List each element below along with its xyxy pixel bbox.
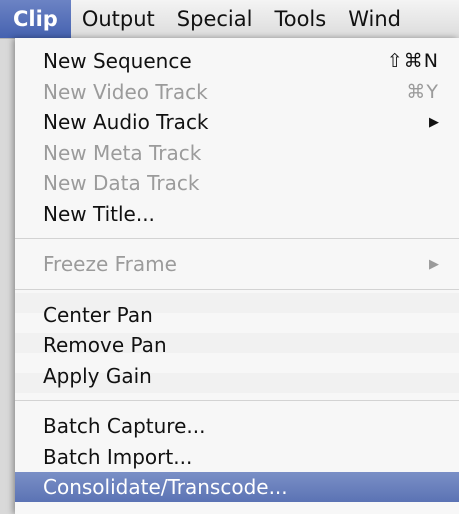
menu-item-new-sequence[interactable]: New Sequence ⇧⌘N xyxy=(15,46,459,76)
menu-item-new-audio-track[interactable]: New Audio Track ▶ xyxy=(15,107,459,137)
menu-bar: Clip Output Special Tools Wind xyxy=(0,0,459,39)
menu-item-label: Freeze Frame xyxy=(43,252,177,276)
menu-item-center-pan[interactable]: Center Pan xyxy=(15,300,459,330)
menu-item-label: Center Pan xyxy=(43,302,153,327)
menu-item-batch-capture[interactable]: Batch Capture... xyxy=(15,411,459,441)
menu-item-label: Consolidate/Transcode... xyxy=(43,475,288,499)
keyboard-shortcut: ⌘Y xyxy=(406,80,439,103)
menubar-item-wind[interactable]: Wind xyxy=(337,0,412,38)
menu-item-batch-import[interactable]: Batch Import... xyxy=(15,442,459,472)
menu-item-label: Remove Pan xyxy=(43,333,167,357)
menu-separator xyxy=(15,400,459,401)
menu-item-label: New Title... xyxy=(43,201,155,226)
menu-item-label: New Video Track xyxy=(43,79,208,104)
menu-item-consolidate-transcode[interactable]: Consolidate/Transcode... xyxy=(15,472,459,502)
keyboard-shortcut: ⇧⌘N xyxy=(386,50,439,72)
menu-item-label: New Data Track xyxy=(43,171,200,195)
menu-item-new-data-track[interactable]: New Data Track xyxy=(15,168,459,198)
menubar-item-tools[interactable]: Tools xyxy=(263,0,337,38)
menu-item-label: Apply Gain xyxy=(43,363,152,388)
menu-item-label: Batch Import... xyxy=(43,444,193,469)
menu-item-remove-pan[interactable]: Remove Pan xyxy=(15,330,459,360)
menubar-item-output[interactable]: Output xyxy=(71,0,166,38)
menu-item-new-video-track[interactable]: New Video Track ⌘Y xyxy=(15,77,459,107)
submenu-arrow-icon: ▶ xyxy=(429,256,439,272)
menu-item-new-meta-track[interactable]: New Meta Track xyxy=(15,138,459,168)
menu-item-label: New Audio Track xyxy=(43,110,209,134)
menu-item-label: New Meta Track xyxy=(43,140,202,165)
menu-separator xyxy=(15,238,459,239)
menubar-item-special[interactable]: Special xyxy=(166,0,264,38)
menu-item-new-title[interactable]: New Title... xyxy=(15,199,459,229)
menubar-item-clip[interactable]: Clip xyxy=(0,0,71,38)
menu-separator xyxy=(15,288,459,290)
menu-item-label: New Sequence xyxy=(43,49,192,73)
clip-menu-dropdown: New Sequence ⇧⌘N New Video Track ⌘Y New Audi… xyxy=(15,38,459,514)
menu-item-label: Batch Capture... xyxy=(43,414,206,438)
submenu-arrow-icon: ▶ xyxy=(429,114,439,130)
menu-item-apply-gain[interactable]: Apply Gain xyxy=(15,361,459,391)
menu-item-freeze-frame[interactable]: Freeze Frame ▶ xyxy=(15,249,459,279)
